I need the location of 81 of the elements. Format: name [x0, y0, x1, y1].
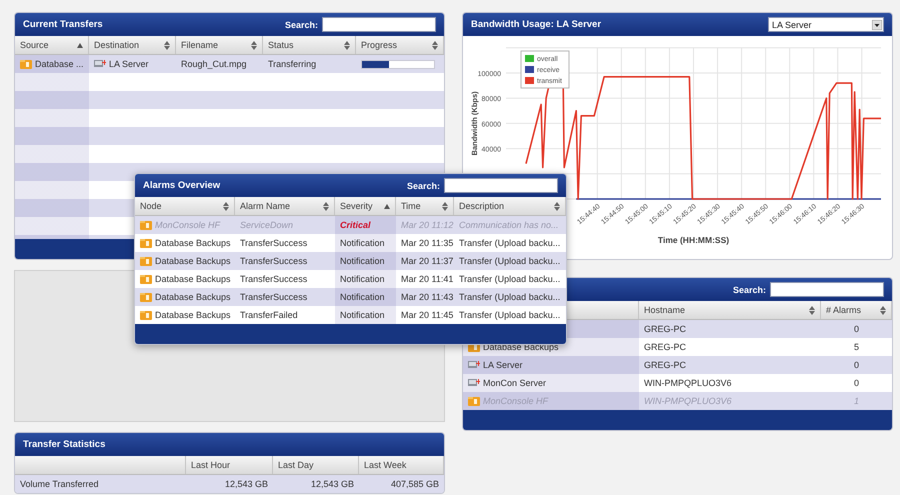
table-cell-text: ServiceDown [239, 219, 294, 232]
node-name: Database Backups [155, 274, 231, 284]
node-name: LA Server [483, 360, 523, 370]
table-row[interactable]: Database Backups TransferSuccess Notification Mar 20 11:41 Transfer (Upload backu... [135, 270, 566, 288]
table-cell-text: TransferSuccess [239, 273, 308, 286]
table-cell-text: GREG-PC [643, 323, 688, 336]
column-header[interactable]: Description [454, 197, 566, 215]
table-row[interactable]: LA Server GREG-PC 0 [463, 356, 892, 374]
table-cell-text: Transfer (Upload backu... [458, 237, 562, 250]
node-name: Database Backups [155, 292, 231, 302]
table-cell: Notification [335, 306, 396, 324]
table-cell-text: 12,543 GB [310, 478, 355, 491]
table-row[interactable]: Database Backups TransferSuccess Notification Mar 20 11:35 Transfer (Upload backu... [135, 234, 566, 252]
table-cell-text: Mar 20 11:41 [400, 273, 454, 286]
table-cell: Notification [335, 252, 396, 270]
column-header[interactable]: Alarm Name [235, 197, 335, 215]
search-label: Search: [406, 180, 440, 190]
node-name: Database Backups [155, 310, 231, 320]
table-cell-text: WIN-PMPQPLUO3V6 [643, 377, 733, 390]
table-cell-text: Transferring [267, 58, 318, 71]
table-cell-text: TransferSuccess [239, 255, 308, 268]
column-header[interactable]: Time [396, 197, 454, 215]
column-header: Last Week [359, 456, 444, 474]
table-cell-text: 0 [852, 377, 860, 390]
column-header[interactable]: Filename [176, 36, 263, 54]
table-cell: Notification [335, 270, 396, 288]
table-row[interactable]: Database Backups TransferSuccess Notification Mar 20 11:43 Transfer (Upload backu... [135, 288, 566, 306]
table-cell-text: 12,543 GB [224, 478, 269, 491]
table-cell: Critical [335, 216, 396, 234]
table-cell-text: Mar 20 11:37 [400, 255, 454, 268]
node-name: MonConsole HF [155, 220, 220, 230]
table-cell: Notification [335, 288, 396, 306]
table-cell-text: TransferFailed [239, 309, 299, 322]
column-header[interactable]: Hostname [639, 301, 821, 319]
server-dropdown[interactable]: LA Server [768, 17, 884, 32]
table-row[interactable]: Database Backups TransferFailed Notification Mar 20 11:45 Transfer (Upload backu... [135, 306, 566, 324]
table-cell-text: Mar 20 11:45 [400, 309, 454, 322]
table-cell-text: TransferSuccess [239, 237, 308, 250]
search-label: Search: [732, 284, 766, 294]
table-cell-text: GREG-PC [643, 341, 688, 354]
table-cell-text: 0 [852, 359, 860, 372]
node-name: Database Backups [155, 238, 231, 248]
table-cell-text: Transfer (Upload backu... [458, 291, 562, 304]
table-cell-text: Transfer (Upload backu... [458, 255, 562, 268]
table-row[interactable]: Database Backups TransferSuccess Notification Mar 20 11:37 Transfer (Upload backu... [135, 252, 566, 270]
node-name: Database Backups [155, 256, 231, 266]
column-header: Last Hour [186, 456, 273, 474]
column-header[interactable]: # Alarms [821, 301, 892, 319]
search-label: Search: [284, 20, 318, 30]
column-header[interactable]: Source [15, 36, 89, 54]
table-cell-text: TransferSuccess [239, 291, 308, 304]
table-cell-text: Transfer (Upload backu... [458, 273, 562, 286]
node-name: Database ... [35, 59, 84, 69]
column-header: Last Day [273, 456, 359, 474]
panel-title: Bandwidth Usage: LA Server [471, 19, 602, 30]
table-cell-text: 5 [852, 341, 860, 354]
table-row[interactable]: Database ... LA Server Rough_Cut.mpg Transferring [15, 55, 444, 73]
table-cell-text: 1 [852, 395, 860, 408]
node-name: MonCon Server [483, 378, 546, 388]
table-cell-text: GREG-PC [643, 359, 688, 372]
table-cell-text: 0 [852, 323, 860, 336]
x-axis-title: Time (HH:MM:SS) [658, 235, 730, 245]
table-cell-text: 407,585 GB [390, 478, 440, 491]
table-cell-text: Rough_Cut.mpg [180, 58, 248, 71]
column-header[interactable]: Destination [89, 36, 176, 54]
table-cell-text: WIN-PMPQPLUO3V6 [643, 395, 733, 408]
panel-title: Transfer Statistics [23, 439, 106, 450]
table-cell-text: Transfer (Upload backu... [458, 309, 562, 322]
table-cell: Notification [335, 234, 396, 252]
table-cell-text: Mar 20 11:43 [400, 291, 454, 304]
column-header[interactable]: Progress [356, 36, 444, 54]
column-header[interactable]: Node [135, 197, 235, 215]
panel-title: Current Transfers [23, 19, 104, 30]
table-cell-text: Volume Transferred [19, 478, 100, 491]
column-header[interactable]: Status [263, 36, 356, 54]
table-cell-text: Mar 20 11:12 [400, 219, 454, 232]
column-header[interactable]: Severity [335, 197, 396, 215]
table-cell-text: Communication has no... [458, 219, 560, 232]
node-name: LA Server [109, 59, 149, 69]
table-cell-text: Mar 20 11:35 [400, 237, 454, 250]
panel-title: Alarms Overview [143, 180, 222, 191]
